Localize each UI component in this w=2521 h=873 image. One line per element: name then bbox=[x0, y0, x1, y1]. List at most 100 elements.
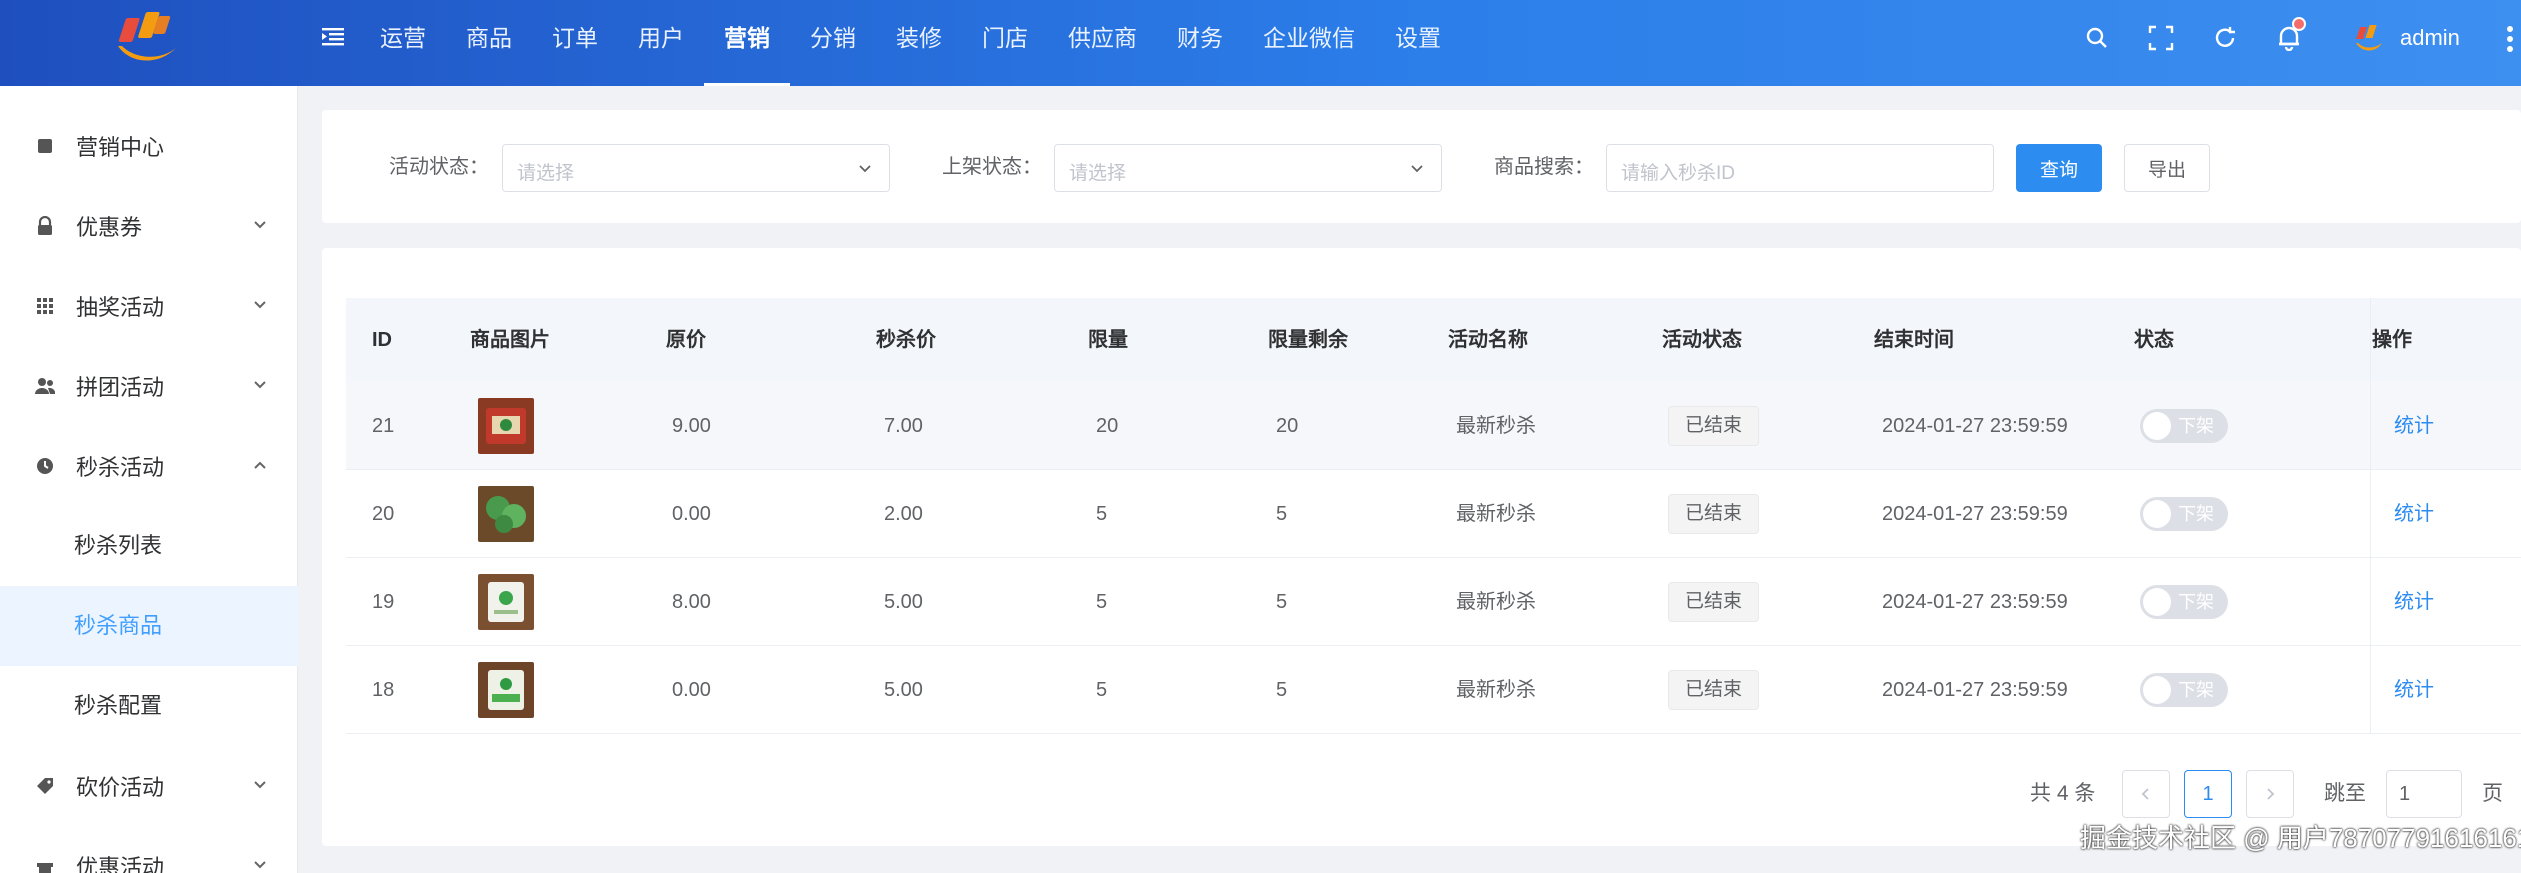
table-row: 21 9.00 7.00 20 20 最新秒杀 已结束 2024-01-27 2… bbox=[346, 382, 2521, 470]
nav-item-goods[interactable]: 商品 bbox=[446, 0, 532, 86]
shelf-status-select[interactable]: 请选择 bbox=[1054, 144, 1442, 192]
next-page-button[interactable] bbox=[2246, 770, 2294, 818]
stats-link[interactable]: 统计 bbox=[2394, 646, 2434, 734]
nav-item-orders[interactable]: 订单 bbox=[532, 0, 618, 86]
toggle-knob bbox=[2143, 412, 2171, 440]
stats-link[interactable]: 统计 bbox=[2394, 470, 2434, 558]
nav-item-users[interactable]: 用户 bbox=[618, 0, 704, 86]
avatar bbox=[2356, 25, 2382, 51]
nav-item-decoration[interactable]: 装修 bbox=[876, 0, 962, 86]
cell-limit: 5 bbox=[1096, 591, 1108, 613]
col-limit: 限量 bbox=[1088, 329, 1128, 351]
cell-original-price: 0.00 bbox=[672, 503, 711, 525]
activity-status-placeholder: 请选择 bbox=[517, 163, 575, 184]
more-vertical-icon[interactable] bbox=[2505, 24, 2515, 54]
search-icon[interactable] bbox=[2080, 21, 2114, 55]
shelf-toggle[interactable]: 下架 bbox=[2140, 673, 2228, 707]
nav-item-settings[interactable]: 设置 bbox=[1375, 0, 1461, 86]
nav-item-stores[interactable]: 门店 bbox=[962, 0, 1048, 86]
col-original-price: 原价 bbox=[666, 329, 706, 351]
sidebar-item-seckill[interactable]: 秒杀活动 bbox=[0, 426, 298, 506]
toggle-knob bbox=[2143, 588, 2171, 616]
bell-icon[interactable] bbox=[2272, 17, 2306, 55]
menu-fold-icon[interactable] bbox=[320, 24, 346, 50]
top-navbar: 运营 商品 订单 用户 营销 分销 装修 门店 供应商 财务 企业微信 设置 a… bbox=[0, 0, 2521, 86]
sidebar-item-label: 拼团活动 bbox=[76, 375, 165, 400]
filter-panel: 活动状态： 请选择 上架状态： 请选择 商品搜索： 请输入秒杀ID 查询 导出 bbox=[322, 110, 2521, 223]
cell-remaining: 20 bbox=[1276, 415, 1299, 437]
user-menu[interactable]: admin bbox=[2350, 18, 2460, 58]
grid-icon bbox=[34, 295, 56, 317]
col-activity-status: 活动状态 bbox=[1662, 329, 1742, 351]
sidebar-sub-seckill-goods[interactable]: 秒杀商品 bbox=[0, 586, 298, 666]
tag-icon bbox=[34, 775, 56, 797]
nav-item-distribution[interactable]: 分销 bbox=[790, 0, 876, 86]
activity-status-select[interactable]: 请选择 bbox=[502, 144, 890, 192]
sidebar-item-lottery[interactable]: 抽奖活动 bbox=[0, 266, 298, 346]
toggle-label: 下架 bbox=[2178, 680, 2214, 700]
sidebar-item-bargain[interactable]: 砍价活动 bbox=[0, 746, 298, 826]
refresh-icon[interactable] bbox=[2208, 21, 2242, 55]
sidebar-item-marketing-center[interactable]: 营销中心 bbox=[0, 106, 298, 186]
prev-page-button[interactable] bbox=[2122, 770, 2170, 818]
page-number[interactable]: 1 bbox=[2184, 770, 2232, 818]
sidebar-item-promotions[interactable]: 优惠活动 bbox=[0, 826, 298, 873]
cell-original-price: 0.00 bbox=[672, 679, 711, 701]
col-activity-name: 活动名称 bbox=[1448, 329, 1528, 351]
cell-id: 20 bbox=[372, 503, 395, 525]
main-nav: 运营 商品 订单 用户 营销 分销 装修 门店 供应商 财务 企业微信 设置 bbox=[360, 0, 1461, 86]
brand-logo bbox=[118, 12, 176, 61]
status-badge: 已结束 bbox=[1668, 670, 1760, 710]
cell-end-time: 2024-01-27 23:59:59 bbox=[1882, 591, 2068, 613]
fixed-column-divider bbox=[2370, 382, 2371, 469]
goods-search-label: 商品搜索： bbox=[1494, 156, 1594, 178]
nav-item-ops[interactable]: 运营 bbox=[360, 0, 446, 86]
sidebar-item-label: 优惠活动 bbox=[76, 855, 165, 873]
nav-item-marketing[interactable]: 营销 bbox=[704, 0, 790, 86]
sidebar-item-label: 砍价活动 bbox=[76, 775, 165, 800]
stats-link[interactable]: 统计 bbox=[2394, 558, 2434, 646]
goods-search-input[interactable]: 请输入秒杀ID bbox=[1606, 144, 1994, 192]
sidebar-sub-seckill-list[interactable]: 秒杀列表 bbox=[0, 506, 298, 586]
cell-original-price: 8.00 bbox=[672, 591, 711, 613]
toggle-knob bbox=[2143, 500, 2171, 528]
stats-link[interactable]: 统计 bbox=[2394, 382, 2434, 470]
sidebar-item-group-buy[interactable]: 拼团活动 bbox=[0, 346, 298, 426]
cell-end-time: 2024-01-27 23:59:59 bbox=[1882, 415, 2068, 437]
cell-seckill-price: 5.00 bbox=[884, 591, 923, 613]
shelf-toggle[interactable]: 下架 bbox=[2140, 409, 2228, 443]
sidebar: 营销中心 优惠券 抽奖活动 拼团活动 秒杀活动 秒杀列表 秒杀商品 秒杀配置 砍… bbox=[0, 86, 298, 873]
nav-item-suppliers[interactable]: 供应商 bbox=[1048, 0, 1157, 86]
table-row: 20 0.00 2.00 5 5 最新秒杀 已结束 2024-01-27 23:… bbox=[346, 470, 2521, 558]
notification-dot bbox=[2292, 17, 2306, 31]
sidebar-item-label: 秒杀活动 bbox=[76, 455, 165, 480]
lock-icon bbox=[34, 215, 56, 237]
cell-limit: 5 bbox=[1096, 503, 1108, 525]
table-row: 19 8.00 5.00 5 5 最新秒杀 已结束 2024-01-27 23:… bbox=[346, 558, 2521, 646]
export-button[interactable]: 导出 bbox=[2124, 144, 2210, 192]
shelf-toggle[interactable]: 下架 bbox=[2140, 497, 2228, 531]
col-actions: 操作 bbox=[2372, 329, 2412, 351]
cell-id: 21 bbox=[372, 415, 395, 437]
table-header: ID 商品图片 原价 秒杀价 限量 限量剩余 活动名称 活动状态 结束时间 状态… bbox=[346, 298, 2521, 382]
nav-item-wecom[interactable]: 企业微信 bbox=[1243, 0, 1375, 86]
jump-page-input[interactable]: 1 bbox=[2386, 770, 2462, 818]
cell-activity-name: 最新秒杀 bbox=[1456, 415, 1536, 437]
cell-activity-name: 最新秒杀 bbox=[1456, 591, 1536, 613]
activity-status-label: 活动状态： bbox=[389, 156, 489, 178]
fullscreen-icon[interactable] bbox=[2144, 21, 2178, 55]
nav-item-finance[interactable]: 财务 bbox=[1157, 0, 1243, 86]
sidebar-item-coupons[interactable]: 优惠券 bbox=[0, 186, 298, 266]
sidebar-item-label: 优惠券 bbox=[76, 215, 143, 240]
shelf-toggle[interactable]: 下架 bbox=[2140, 585, 2228, 619]
cell-remaining: 5 bbox=[1276, 679, 1288, 701]
cell-remaining: 5 bbox=[1276, 503, 1288, 525]
cell-id: 18 bbox=[372, 679, 395, 701]
goods-search-placeholder: 请输入秒杀ID bbox=[1621, 163, 1736, 184]
cell-limit: 20 bbox=[1096, 415, 1119, 437]
shelf-status-label: 上架状态： bbox=[942, 156, 1042, 178]
fixed-column-divider bbox=[2370, 558, 2371, 645]
jump-label: 跳至 bbox=[2324, 782, 2366, 805]
sidebar-sub-seckill-config[interactable]: 秒杀配置 bbox=[0, 666, 298, 746]
query-button[interactable]: 查询 bbox=[2016, 144, 2102, 192]
